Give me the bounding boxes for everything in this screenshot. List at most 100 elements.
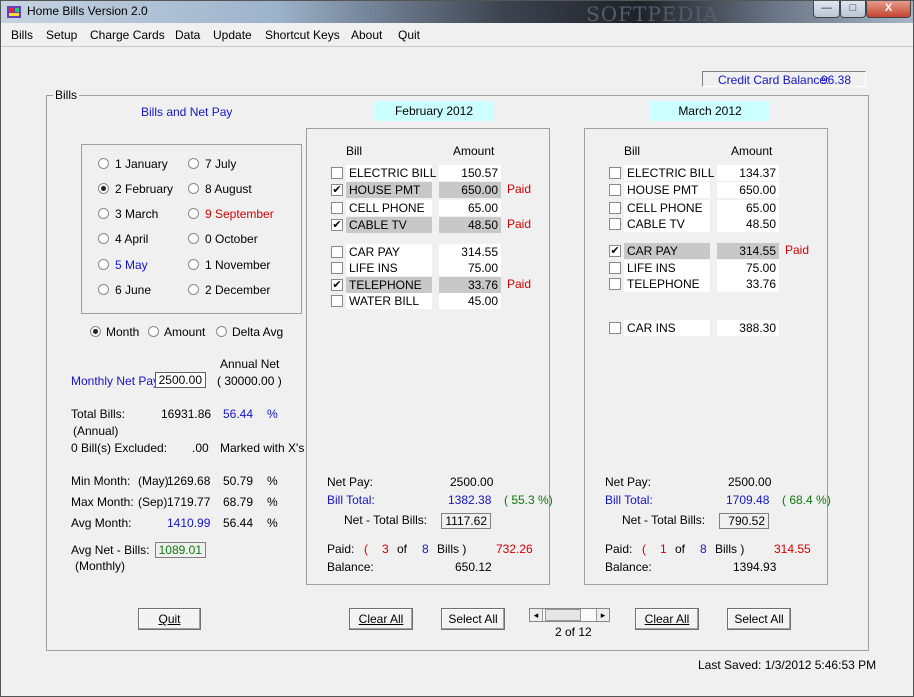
- bill-amount[interactable]: 75.00: [439, 260, 501, 276]
- month-radio-label-7[interactable]: 7 July: [205, 157, 236, 171]
- bill-amount[interactable]: 33.76: [717, 276, 779, 292]
- bill-checkbox[interactable]: [609, 202, 621, 214]
- bill-amount[interactable]: 48.50: [439, 217, 501, 233]
- month-radio-label-10[interactable]: 0 October: [205, 232, 258, 246]
- bill-amount[interactable]: 65.00: [439, 200, 501, 216]
- bill-checkbox[interactable]: [609, 262, 621, 274]
- bill-amount[interactable]: 650.00: [439, 182, 501, 198]
- bill-amount[interactable]: 134.37: [717, 165, 779, 181]
- month-header: March 2012: [650, 101, 770, 121]
- bill-checkbox[interactable]: [331, 202, 343, 214]
- bill-checkbox[interactable]: ✔: [331, 184, 343, 196]
- quit-button[interactable]: Quit: [138, 608, 201, 630]
- select-all-button[interactable]: Select All: [441, 608, 505, 630]
- bill-name: LIFE INS: [624, 260, 710, 276]
- month-radio-label-1[interactable]: 1 January: [115, 157, 168, 171]
- month-radio-5[interactable]: [98, 259, 109, 270]
- month-radio-11[interactable]: [188, 259, 199, 270]
- sort-radio-delta-avg[interactable]: [216, 326, 227, 337]
- scroll-left-icon[interactable]: ◂: [530, 609, 543, 621]
- bill-checkbox[interactable]: [609, 184, 621, 196]
- month-scrollbar[interactable]: ◂ ▸: [529, 608, 610, 622]
- month-radio-3[interactable]: [98, 208, 109, 219]
- menu-update[interactable]: Update: [213, 28, 252, 42]
- bill-amount[interactable]: 65.00: [717, 200, 779, 216]
- bill-amount[interactable]: 314.55: [439, 244, 501, 260]
- bill-amount[interactable]: 75.00: [717, 260, 779, 276]
- bill-amount[interactable]: 314.55: [717, 243, 779, 259]
- month-radio-12[interactable]: [188, 284, 199, 295]
- bill-name: ELECTRIC BILL: [346, 165, 436, 181]
- month-radio-2[interactable]: [98, 183, 109, 194]
- month-radio-4[interactable]: [98, 233, 109, 244]
- bill-checkbox[interactable]: ✔: [331, 219, 343, 231]
- month-radio-label-3[interactable]: 3 March: [115, 207, 158, 221]
- bill-amount[interactable]: 388.30: [717, 320, 779, 336]
- bill-amount[interactable]: 650.00: [717, 182, 779, 198]
- min-month-pct: 50.79: [223, 474, 254, 488]
- bill-checkbox[interactable]: ✔: [331, 279, 343, 291]
- menu-bills[interactable]: Bills: [11, 28, 33, 42]
- monthly-net-pay-input[interactable]: 2500.00: [155, 372, 206, 388]
- menu-about[interactable]: About: [351, 28, 382, 42]
- bill-name: ELECTRIC BILL: [624, 165, 714, 181]
- month-radio-6[interactable]: [98, 284, 109, 295]
- bill-amount[interactable]: 45.00: [439, 293, 501, 309]
- month-radio-label-2[interactable]: 2 February: [115, 182, 173, 196]
- month-radio-label-5[interactable]: 5 May: [115, 258, 148, 272]
- scroll-thumb[interactable]: [545, 609, 581, 621]
- credit-card-balance-value: 96.38: [821, 73, 852, 87]
- bill-amount[interactable]: 33.76: [439, 277, 501, 293]
- month-radio-label-9[interactable]: 9 September: [205, 207, 274, 221]
- bill-name: CELL PHONE: [624, 200, 710, 216]
- sort-radio-amount[interactable]: [148, 326, 159, 337]
- bill-checkbox[interactable]: [331, 262, 343, 274]
- sort-radio-label[interactable]: Month: [106, 325, 139, 339]
- menu-shortcut-keys[interactable]: Shortcut Keys: [265, 28, 340, 42]
- month-radio-label-12[interactable]: 2 December: [205, 283, 270, 297]
- month-radio-9[interactable]: [188, 208, 199, 219]
- bill-checkbox[interactable]: [609, 278, 621, 290]
- bill-checkbox[interactable]: [331, 246, 343, 258]
- total-bills-label: Total Bills:: [71, 407, 126, 421]
- month-radio-1[interactable]: [98, 158, 109, 169]
- bill-checkbox[interactable]: [331, 295, 343, 307]
- month-position-label: 2 of 12: [555, 625, 592, 639]
- paid-count: 3: [382, 542, 389, 556]
- bill-checkbox[interactable]: [609, 167, 621, 179]
- close-button[interactable]: X: [866, 1, 911, 18]
- paid-marker: Paid: [507, 277, 532, 291]
- sort-radio-label[interactable]: Delta Avg: [232, 325, 283, 339]
- menu-charge-cards[interactable]: Charge Cards: [90, 28, 165, 42]
- bill-name: HOUSE PMT: [624, 182, 710, 198]
- bills-word: Bills ): [715, 542, 745, 556]
- bill-checkbox[interactable]: [609, 322, 621, 334]
- month-radio-10[interactable]: [188, 233, 199, 244]
- minimize-button[interactable]: —: [813, 1, 840, 18]
- clear-all-button[interactable]: Clear All: [635, 608, 699, 630]
- month-radio-8[interactable]: [188, 183, 199, 194]
- month-radio-label-4[interactable]: 4 April: [115, 232, 148, 246]
- month-radio-label-8[interactable]: 8 August: [205, 182, 252, 196]
- menu-quit[interactable]: Quit: [398, 28, 420, 42]
- min-month-value: 1269.68: [167, 474, 211, 488]
- sort-radio-month[interactable]: [90, 326, 101, 337]
- clear-all-button[interactable]: Clear All: [349, 608, 413, 630]
- menu-setup[interactable]: Setup: [46, 28, 77, 42]
- month-radio-label-11[interactable]: 1 November: [205, 258, 270, 272]
- sort-radio-label[interactable]: Amount: [164, 325, 205, 339]
- bill-amount[interactable]: 150.57: [439, 165, 501, 181]
- maximize-button[interactable]: □: [840, 1, 866, 18]
- month-radio-label-6[interactable]: 6 June: [115, 283, 151, 297]
- scroll-right-icon[interactable]: ▸: [596, 609, 609, 621]
- min-month-label: Min Month:: [71, 474, 131, 488]
- month-radio-7[interactable]: [188, 158, 199, 169]
- bill-amount[interactable]: 48.50: [717, 216, 779, 232]
- bill-checkbox[interactable]: [609, 218, 621, 230]
- menu-data[interactable]: Data: [175, 28, 200, 42]
- bill-checkbox[interactable]: [331, 167, 343, 179]
- select-all-button[interactable]: Select All: [727, 608, 791, 630]
- net-pay-label: Net Pay:: [605, 475, 652, 489]
- bill-checkbox[interactable]: ✔: [609, 245, 621, 257]
- title-bar[interactable]: Home Bills Version 2.0 SOFTPEDIA — □ X: [1, 1, 913, 26]
